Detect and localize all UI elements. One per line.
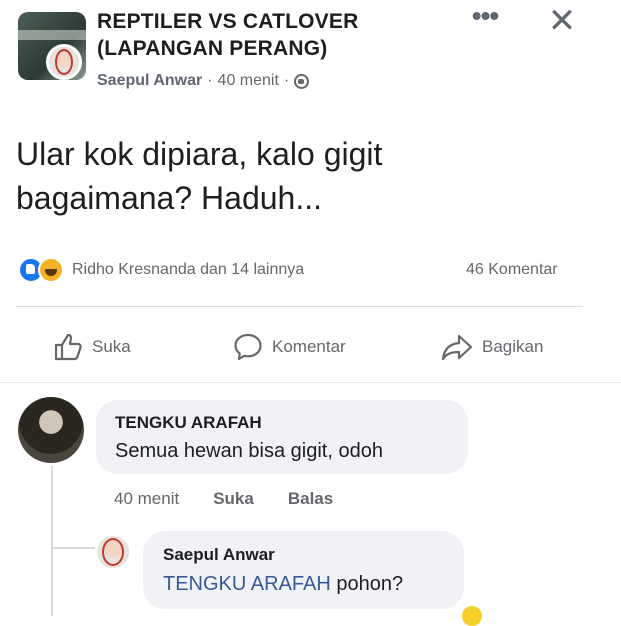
- reply-avatar[interactable]: [95, 534, 131, 570]
- like-button[interactable]: Suka: [52, 331, 131, 363]
- thumbs-up-icon: [54, 333, 82, 361]
- post-meta: Saepul Anwar · 40 menit ·: [97, 72, 310, 90]
- reply-mention[interactable]: TENGKU ARAFAH: [163, 573, 331, 595]
- comment-time[interactable]: 40 menit: [114, 489, 179, 509]
- post-text: Ular kok dipiara, kalo gigit bagaimana? …: [16, 136, 383, 216]
- group-title[interactable]: REPTILER VS CATLOVER (LAPANGAN PERANG): [97, 8, 427, 62]
- comment-button[interactable]: Komentar: [232, 331, 346, 363]
- comment-reply-button[interactable]: Balas: [288, 489, 333, 509]
- share-arrow-icon: [441, 334, 473, 361]
- share-label: Bagikan: [482, 337, 544, 356]
- close-icon[interactable]: ✕: [546, 4, 578, 38]
- reply-author-name[interactable]: Saepul Anwar: [163, 545, 275, 565]
- divider: [16, 306, 583, 307]
- post-time[interactable]: 40 menit: [218, 72, 279, 90]
- comment-text: Semua hewan bisa gigit, odoh: [115, 440, 383, 462]
- comment-bubble-icon: [234, 333, 262, 361]
- thread-branch: [51, 547, 95, 549]
- reaction-summary[interactable]: Ridho Kresnanda dan 14 lainnya: [18, 257, 304, 283]
- meta-separator-2: ·: [283, 72, 290, 89]
- reply-bubble: [143, 531, 464, 609]
- more-options-icon[interactable]: •••: [468, 2, 502, 32]
- haha-reaction-icon: [38, 257, 64, 283]
- reply-text: TENGKU ARAFAH pohon?: [163, 573, 403, 596]
- globe-icon: [294, 73, 310, 89]
- share-button[interactable]: Bagikan: [440, 331, 543, 363]
- author-name[interactable]: Saepul Anwar: [97, 72, 202, 90]
- reply-reaction-icon: [462, 606, 482, 626]
- thread-line: [51, 466, 53, 616]
- commenter-name[interactable]: TENGKU ARAFAH: [115, 413, 262, 433]
- commenter-avatar[interactable]: [18, 397, 84, 463]
- comment-label: Komentar: [272, 337, 346, 356]
- meta-separator: ·: [207, 72, 213, 89]
- reply-body: pohon?: [330, 573, 404, 595]
- comment-count[interactable]: 46 Komentar: [466, 261, 558, 279]
- like-label: Suka: [92, 337, 131, 356]
- section-divider: [0, 382, 621, 383]
- comment-like-button[interactable]: Suka: [213, 489, 254, 509]
- comment-actions: 40 menit Suka Balas: [114, 489, 333, 509]
- author-avatar[interactable]: [46, 44, 82, 80]
- reaction-names: Ridho Kresnanda dan 14 lainnya: [72, 261, 305, 278]
